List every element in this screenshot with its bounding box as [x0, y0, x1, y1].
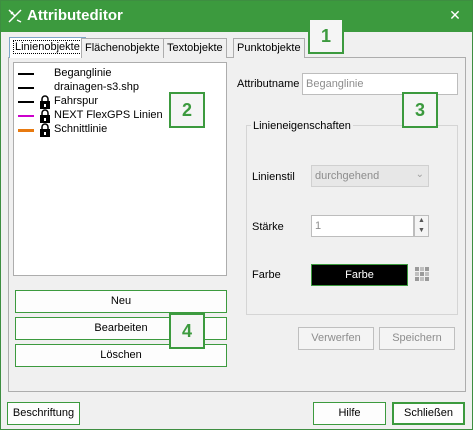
- tab-flaechenobjekte[interactable]: Flächenobjekte: [81, 38, 164, 58]
- line-sample: [18, 87, 34, 89]
- callout-2: 2: [169, 92, 205, 128]
- close-icon[interactable]: ✕: [448, 8, 462, 22]
- attributeditor-window: Attributeditor ✕ Linienobjekte Flächenob…: [0, 0, 473, 430]
- linienstil-value: durchgehend: [315, 170, 380, 182]
- line-sample: [18, 73, 34, 75]
- tab-linienobjekte[interactable]: Linienobjekte: [9, 37, 86, 58]
- tab-punktobjekte[interactable]: Punktobjekte: [233, 38, 305, 58]
- spin-down-icon[interactable]: ▼: [415, 226, 428, 236]
- attributname-label: Attributname: [237, 78, 300, 90]
- chevron-down-icon: ⌄: [415, 169, 424, 180]
- speichern-button[interactable]: Speichern: [379, 327, 455, 350]
- group-title: Linieneigenschaften: [251, 120, 353, 132]
- lock-icon: [40, 95, 50, 109]
- farbe-button[interactable]: Farbe: [311, 264, 408, 286]
- linienstil-label: Linienstil: [252, 171, 295, 183]
- lock-icon: [40, 123, 50, 137]
- callout-4: 4: [169, 313, 205, 349]
- linienstil-select[interactable]: durchgehend ⌄: [311, 165, 429, 187]
- staerke-stepper[interactable]: ▲ ▼: [414, 215, 429, 237]
- line-sample: [18, 129, 34, 132]
- lock-icon: [40, 109, 50, 123]
- app-icon: [8, 9, 22, 23]
- neu-button[interactable]: Neu: [15, 290, 227, 313]
- verwerfen-button[interactable]: Verwerfen: [298, 327, 374, 350]
- beschriftung-button[interactable]: Beschriftung: [7, 402, 80, 425]
- hilfe-button[interactable]: Hilfe: [313, 402, 386, 425]
- staerke-input[interactable]: 1: [311, 215, 414, 237]
- list-item[interactable]: Beganglinie: [14, 67, 214, 81]
- window-title: Attributeditor: [27, 7, 123, 24]
- staerke-label: Stärke: [252, 221, 284, 233]
- callout-1: 1: [308, 18, 344, 54]
- line-sample: [18, 115, 34, 117]
- title-bar: Attributeditor ✕: [1, 1, 472, 32]
- callout-3: 3: [402, 92, 438, 128]
- line-sample: [18, 101, 34, 103]
- spin-up-icon[interactable]: ▲: [415, 216, 428, 226]
- farbe-label: Farbe: [252, 269, 281, 281]
- tab-textobjekte[interactable]: Textobjekte: [163, 38, 227, 58]
- color-grid-icon[interactable]: [415, 267, 430, 282]
- schliessen-button[interactable]: Schließen: [392, 402, 465, 425]
